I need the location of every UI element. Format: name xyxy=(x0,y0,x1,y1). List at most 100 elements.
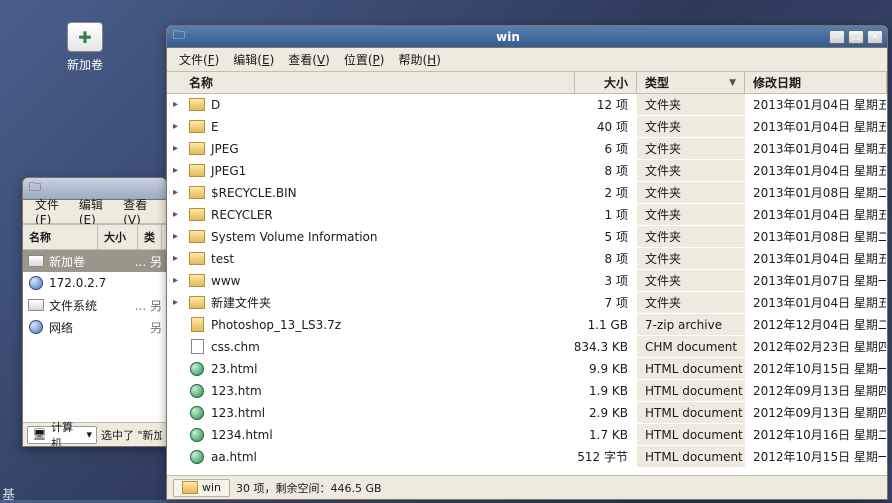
places-item[interactable]: 网络另 xyxy=(23,316,166,338)
file-size: 512 字节 xyxy=(575,446,637,467)
file-date: 2013年01月08日 星期二 xyxy=(745,226,887,247)
zip-icon xyxy=(189,318,205,332)
column-header-cell[interactable]: 大小 xyxy=(98,225,138,249)
places-list: 新加卷... 另172.0.2.7文件系统... 另网络另 xyxy=(23,250,166,338)
drive-icon xyxy=(27,254,45,268)
file-row[interactable]: ▸E40 项文件夹2013年01月04日 星期五 xyxy=(167,116,887,138)
column-header-cell[interactable]: 类 xyxy=(138,225,162,249)
file-type: 文件夹 xyxy=(637,204,745,225)
file-date: 2013年01月04日 星期五 xyxy=(745,204,887,225)
file-column-header[interactable]: 名称 大小 类型 修改日期 xyxy=(167,72,887,94)
html-icon xyxy=(189,384,205,398)
maximize-button[interactable]: □ xyxy=(848,30,864,44)
location-combo[interactable]: 计算机 ▾ xyxy=(27,426,97,444)
close-button[interactable]: × xyxy=(867,30,883,44)
places-status-text: 选中了 "新加 xyxy=(101,427,162,443)
file-browser-titlebar[interactable]: 🗀 win — □ × xyxy=(167,26,887,48)
expand-toggle[interactable]: ▸ xyxy=(173,275,183,286)
file-name: D xyxy=(211,98,220,112)
file-date: 2012年02月23日 星期四 xyxy=(745,336,887,357)
places-item[interactable]: 172.0.2.7 xyxy=(23,272,166,294)
col-date[interactable]: 修改日期 xyxy=(745,72,887,93)
column-header-cell[interactable]: 名称 xyxy=(23,225,98,249)
folder-icon xyxy=(189,208,205,222)
file-row[interactable]: ▸test8 项文件夹2013年01月04日 星期五 xyxy=(167,248,887,270)
file-name: aa.html xyxy=(211,450,257,464)
file-size: 2.9 KB xyxy=(575,402,637,423)
file-row[interactable]: 123.html2.9 KBHTML document2012年09月13日 星… xyxy=(167,402,887,424)
minimize-button[interactable]: — xyxy=(829,30,845,44)
col-size[interactable]: 大小 xyxy=(575,72,637,93)
breadcrumb-label: win xyxy=(202,481,221,494)
file-name: 23.html xyxy=(211,362,257,376)
file-browser-menubar: 文件(F)编辑(E)查看(V)位置(P)帮助(H) xyxy=(167,48,887,72)
breadcrumb[interactable]: win xyxy=(173,479,230,497)
file-browser-status-text: 30 项，剩余空间：446.5 GB xyxy=(236,480,382,496)
file-row[interactable]: ▸D12 项文件夹2013年01月04日 星期五 xyxy=(167,94,887,116)
file-row[interactable]: ▸$RECYCLE.BIN2 项文件夹2013年01月08日 星期二 xyxy=(167,182,887,204)
file-date: 2013年01月04日 星期五 xyxy=(745,248,887,269)
expand-toggle[interactable]: ▸ xyxy=(173,231,183,242)
file-type: 文件夹 xyxy=(637,226,745,247)
places-item[interactable]: 新加卷... 另 xyxy=(23,250,166,272)
menu-item[interactable]: 查看(V) xyxy=(282,49,336,70)
file-type: 7-zip archive xyxy=(637,314,745,335)
file-size: 8 项 xyxy=(575,160,637,181)
menu-item[interactable]: 位置(P) xyxy=(338,49,391,70)
expand-toggle[interactable]: ▸ xyxy=(173,187,183,198)
file-type: 文件夹 xyxy=(637,182,745,203)
file-row[interactable]: 123.htm1.9 KBHTML document2012年09月13日 星期… xyxy=(167,380,887,402)
file-row[interactable]: ▸JPEG18 项文件夹2013年01月04日 星期五 xyxy=(167,160,887,182)
folder-icon xyxy=(189,164,205,178)
folder-icon xyxy=(182,481,198,495)
file-type: 文件夹 xyxy=(637,248,745,269)
places-column-header[interactable]: 名称大小类 xyxy=(23,225,166,250)
expand-toggle[interactable]: ▸ xyxy=(173,99,183,110)
file-date: 2012年09月13日 星期四 xyxy=(745,380,887,401)
menu-item[interactable]: 编辑(E) xyxy=(227,49,280,70)
folder-icon xyxy=(189,252,205,266)
file-type: 文件夹 xyxy=(637,292,745,313)
file-row[interactable]: aa.html512 字节HTML document2012年10月15日 星期… xyxy=(167,446,887,468)
places-menubar: 文件(F)编辑(E)查看(V) xyxy=(23,200,166,224)
expand-toggle[interactable]: ▸ xyxy=(173,165,183,176)
file-size: 8 项 xyxy=(575,248,637,269)
file-name: RECYCLER xyxy=(211,208,273,222)
file-row[interactable]: ▸System Volume Information5 项文件夹2013年01月… xyxy=(167,226,887,248)
file-name: 新建文件夹 xyxy=(211,294,271,311)
menu-item[interactable]: 文件(F) xyxy=(173,49,225,70)
expand-toggle[interactable]: ▸ xyxy=(173,297,183,308)
expand-toggle[interactable]: ▸ xyxy=(173,209,183,220)
col-name[interactable]: 名称 xyxy=(167,72,575,93)
desktop-volume-icon[interactable]: ✚ 新加卷 xyxy=(55,22,115,73)
file-type: HTML document xyxy=(637,424,745,445)
file-row[interactable]: css.chm834.3 KBCHM document2012年02月23日 星… xyxy=(167,336,887,358)
file-row[interactable]: 1234.html1.7 KBHTML document2012年10月16日 … xyxy=(167,424,887,446)
file-type: HTML document xyxy=(637,402,745,423)
file-name: 1234.html xyxy=(211,428,273,442)
places-window: 🗀 文件(F)编辑(E)查看(V) 名称大小类 新加卷... 另172.0.2.… xyxy=(22,177,167,447)
file-type: HTML document xyxy=(637,358,745,379)
file-row[interactable]: ▸新建文件夹7 项文件夹2013年01月04日 星期五 xyxy=(167,292,887,314)
file-row[interactable]: 23.html9.9 KBHTML document2012年10月15日 星期… xyxy=(167,358,887,380)
file-row[interactable]: ▸www3 项文件夹2013年01月07日 星期一 xyxy=(167,270,887,292)
expand-toggle[interactable]: ▸ xyxy=(173,143,183,154)
file-date: 2013年01月04日 星期五 xyxy=(745,94,887,115)
places-item-label: 网络 xyxy=(45,319,150,336)
file-size: 7 项 xyxy=(575,292,637,313)
folder-icon xyxy=(189,186,205,200)
folder-icon xyxy=(189,274,205,288)
file-row[interactable]: ▸RECYCLER1 项文件夹2013年01月04日 星期五 xyxy=(167,204,887,226)
file-row[interactable]: Photoshop_13_LS3.7z1.1 GB7-zip archive20… xyxy=(167,314,887,336)
expand-toggle[interactable]: ▸ xyxy=(173,121,183,132)
window-title: win xyxy=(187,30,829,44)
file-row[interactable]: ▸JPEG6 项文件夹2013年01月04日 星期五 xyxy=(167,138,887,160)
menu-item[interactable]: 帮助(H) xyxy=(392,49,446,70)
file-size: 12 项 xyxy=(575,94,637,115)
places-item[interactable]: 文件系统... 另 xyxy=(23,294,166,316)
col-type[interactable]: 类型 xyxy=(637,72,745,93)
file-name: Photoshop_13_LS3.7z xyxy=(211,318,341,332)
expand-toggle[interactable]: ▸ xyxy=(173,253,183,264)
file-list[interactable]: ▸D12 项文件夹2013年01月04日 星期五▸E40 项文件夹2013年01… xyxy=(167,94,887,475)
file-date: 2012年09月13日 星期四 xyxy=(745,402,887,423)
